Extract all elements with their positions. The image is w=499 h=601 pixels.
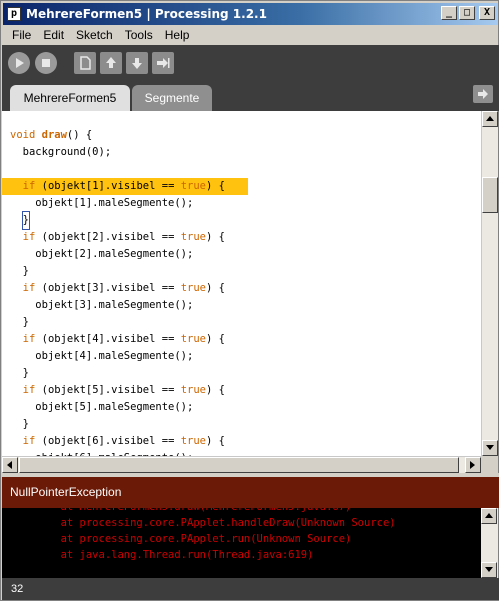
- menu-sketch[interactable]: Sketch: [70, 28, 119, 42]
- console-vertical-scrollbar[interactable]: [481, 508, 498, 578]
- console-line: at processing.core.PApplet.handleDraw(Un…: [10, 517, 396, 529]
- line-number: 32: [11, 583, 24, 595]
- console-line: at processing.core.PApplet.run(Unknown S…: [10, 533, 352, 545]
- scroll-thumb[interactable]: [482, 177, 498, 213]
- scroll-corner: [481, 456, 498, 473]
- arrow-up-icon: [485, 513, 493, 518]
- export-button[interactable]: [152, 52, 174, 74]
- arrow-left-icon: [7, 461, 12, 469]
- code-line: }: [10, 316, 29, 328]
- code-line: objekt[5].maleSegmente();: [10, 401, 194, 413]
- arrow-down-icon: [485, 567, 493, 572]
- processing-window: p MehrereFormen5 | Processing 1.2.1 _ □ …: [0, 0, 499, 601]
- tab-strip: MehrereFormen5 Segmente: [2, 81, 499, 111]
- code-line: }: [10, 418, 29, 430]
- code-text: void draw() { background(0); if (objekt[…: [2, 127, 248, 456]
- arrow-right-icon: [470, 461, 475, 469]
- console-scroll-down-button[interactable]: [481, 562, 497, 578]
- new-button[interactable]: [74, 52, 96, 74]
- editor-horizontal-scrollbar[interactable]: [2, 456, 481, 473]
- menu-file[interactable]: File: [6, 28, 37, 42]
- scroll-right-button[interactable]: [465, 457, 481, 473]
- console-text: at MehrereFormen5.draw(MehrereFormen5.ja…: [2, 508, 396, 563]
- code-line: objekt[4].maleSegmente();: [10, 350, 194, 362]
- code-line: objekt[2].maleSegmente();: [10, 248, 194, 260]
- save-button[interactable]: [126, 52, 148, 74]
- processing-app-icon: p: [7, 7, 21, 21]
- code-line: objekt[3].maleSegmente();: [10, 299, 194, 311]
- export-icon: [157, 58, 170, 68]
- tab-segmente[interactable]: Segmente: [132, 85, 212, 111]
- code-line: void draw() {: [10, 129, 93, 141]
- window-title: MehrereFormen5 | Processing 1.2.1: [26, 7, 267, 21]
- open-icon: [106, 57, 116, 68]
- stop-button[interactable]: [35, 52, 57, 74]
- code-line: if (objekt[2].visibel == true) {: [22, 231, 225, 243]
- console-line: at MehrereFormen5.draw(MehrereFormen5.ja…: [2, 508, 396, 515]
- arrow-up-icon: [486, 116, 494, 121]
- tab-mehrereformen5[interactable]: MehrereFormen5: [10, 85, 130, 111]
- error-message-bar: NullPointerException: [2, 477, 499, 508]
- menu-edit[interactable]: Edit: [37, 28, 70, 42]
- title-bar[interactable]: p MehrereFormen5 | Processing 1.2.1 _ □ …: [3, 3, 498, 25]
- close-button[interactable]: X: [479, 6, 495, 20]
- arrow-down-icon: [486, 445, 494, 450]
- open-button[interactable]: [100, 52, 122, 74]
- console-scroll-up-button[interactable]: [481, 508, 497, 524]
- code-line: background(0);: [10, 146, 112, 158]
- code-line: }: [10, 265, 29, 277]
- code-line: }: [10, 367, 29, 379]
- tab-menu-button[interactable]: [473, 85, 493, 103]
- menu-help[interactable]: Help: [159, 28, 196, 42]
- console-output[interactable]: at MehrereFormen5.draw(MehrereFormen5.ja…: [2, 508, 481, 578]
- scroll-up-button[interactable]: [482, 111, 498, 127]
- scroll-left-button[interactable]: [2, 457, 18, 473]
- status-bar: 32: [2, 578, 499, 600]
- minimize-button[interactable]: _: [441, 6, 457, 20]
- menu-bar: File Edit Sketch Tools Help: [3, 25, 498, 44]
- code-line: if (objekt[4].visibel == true) {: [22, 333, 225, 345]
- editor-vertical-scrollbar[interactable]: [481, 111, 498, 456]
- run-button[interactable]: [8, 52, 30, 74]
- code-line: }: [10, 211, 225, 230]
- code-line: objekt[6].maleSegmente();: [10, 450, 225, 456]
- code-line: objekt[1].maleSegmente();: [10, 197, 194, 209]
- toolbar: [2, 45, 499, 81]
- tab-menu-arrow-icon: [478, 89, 488, 99]
- window-controls: _ □ X: [441, 6, 495, 20]
- console-line: at java.lang.Thread.run(Thread.java:619): [10, 549, 314, 561]
- scroll-down-button[interactable]: [482, 440, 498, 456]
- menu-tools[interactable]: Tools: [119, 28, 159, 42]
- code-line: if (objekt[3].visibel == true) {: [22, 282, 225, 294]
- run-icon: [16, 58, 24, 68]
- code-line: if (objekt[5].visibel == true) {: [22, 384, 225, 396]
- code-editor[interactable]: void draw() { background(0); if (objekt[…: [2, 111, 481, 456]
- stop-icon: [42, 59, 50, 67]
- code-line: if (objekt[6].visibel == true) {: [22, 435, 225, 447]
- save-icon: [132, 58, 142, 69]
- code-line: if (objekt[1].visibel == true) {: [2, 178, 248, 195]
- maximize-button[interactable]: □: [459, 6, 475, 20]
- new-icon: [80, 56, 91, 70]
- hscroll-thumb[interactable]: [19, 457, 459, 473]
